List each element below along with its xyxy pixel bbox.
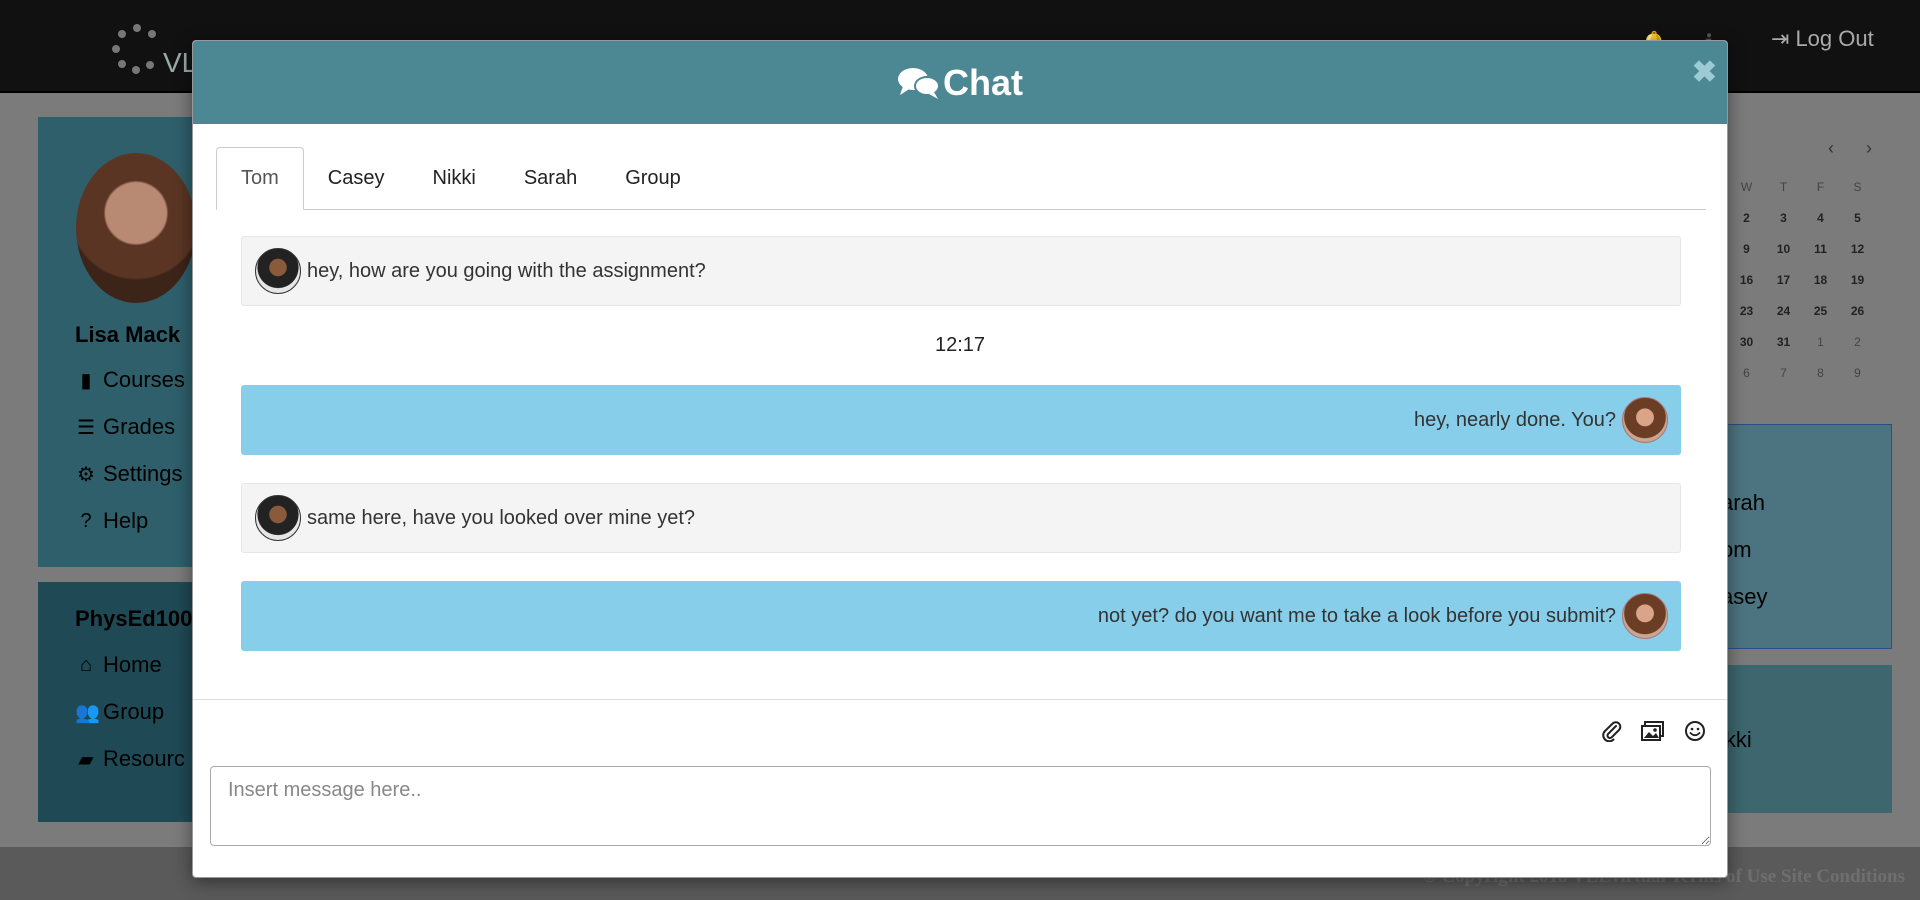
avatar <box>1622 397 1668 443</box>
message-timestamp: 12:17 <box>934 334 986 356</box>
paperclip-icon[interactable] <box>1599 719 1623 743</box>
divider <box>193 699 1727 700</box>
avatar <box>1622 593 1668 639</box>
tab-nikki[interactable]: Nikki <box>409 147 500 209</box>
chat-title: Chat <box>897 62 1023 104</box>
tab-tom[interactable]: Tom <box>216 147 304 210</box>
avatar <box>255 248 301 294</box>
message-text: not yet? do you want me to take a look b… <box>1097 604 1616 627</box>
smile-icon[interactable] <box>1683 719 1707 743</box>
comments-icon <box>898 67 940 99</box>
chat-modal: Chat ✖ Tom Casey Nikki Sarah Group hey, … <box>192 40 1728 878</box>
message-text: same here, have you looked over mine yet… <box>307 506 695 529</box>
tab-sarah[interactable]: Sarah <box>500 147 601 209</box>
message-input[interactable] <box>210 766 1711 846</box>
chat-tabs: Tom Casey Nikki Sarah Group <box>216 147 1706 210</box>
chat-message-outgoing: not yet? do you want me to take a look b… <box>241 581 1681 651</box>
chat-message-incoming: hey, how are you going with the assignme… <box>241 236 1681 306</box>
chat-message-outgoing: hey, nearly done. You? <box>241 385 1681 455</box>
chat-title-label: Chat <box>943 61 1023 103</box>
close-icon[interactable]: ✖ <box>1692 55 1717 90</box>
tab-casey[interactable]: Casey <box>304 147 409 209</box>
message-text: hey, how are you going with the assignme… <box>307 259 706 282</box>
message-text: hey, nearly done. You? <box>1413 408 1616 431</box>
chat-header: Chat ✖ <box>193 41 1727 124</box>
tab-group[interactable]: Group <box>601 147 705 209</box>
image-icon[interactable] <box>1641 719 1665 743</box>
avatar <box>255 495 301 541</box>
chat-message-incoming: same here, have you looked over mine yet… <box>241 483 1681 553</box>
chat-toolbar <box>1599 719 1707 743</box>
